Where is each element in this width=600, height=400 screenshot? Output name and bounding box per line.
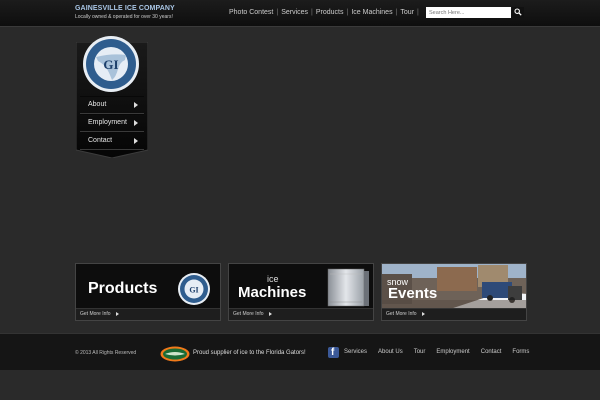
nav-ice-machines[interactable]: Ice Machines bbox=[351, 9, 392, 16]
footer-nav: Services About Us Tour Employment Contact For… bbox=[344, 349, 540, 355]
sidebar-item-label: About bbox=[88, 101, 107, 108]
footer-link-forms[interactable]: Forms bbox=[512, 349, 529, 355]
nav-separator: | bbox=[417, 9, 419, 16]
brand-tagline: Locally owned & operated for over 30 yea… bbox=[75, 14, 173, 20]
search-button[interactable] bbox=[512, 7, 524, 18]
nav-separator: | bbox=[346, 9, 349, 16]
copyright-text: © 2013 All Rights Reserved bbox=[75, 350, 137, 356]
ice-machines-tile[interactable]: ice Machines Get More Info bbox=[228, 263, 374, 321]
footer-link-services[interactable]: Services bbox=[344, 349, 367, 355]
tile-strip: Get More Info bbox=[229, 308, 373, 320]
chevron-right-icon bbox=[115, 311, 119, 316]
gators-logo[interactable] bbox=[160, 346, 190, 362]
nav-separator: | bbox=[311, 9, 313, 16]
brand-title[interactable]: GAINESVILLE ICE COMPANY bbox=[75, 4, 175, 13]
tile-title: Products bbox=[88, 280, 158, 297]
products-tile[interactable]: Products GI Get More Info bbox=[75, 263, 221, 321]
company-logo[interactable]: GI bbox=[82, 35, 140, 93]
logo-text: GI bbox=[103, 57, 118, 72]
chevron-right-icon bbox=[134, 102, 138, 108]
page-bottom bbox=[0, 370, 600, 400]
nav-photo-contest[interactable]: Photo Contest bbox=[229, 9, 273, 16]
tile-title: Events bbox=[388, 285, 438, 302]
top-nav: Photo Contest | Services | Products | Ice Mach… bbox=[229, 8, 422, 18]
sidebar-item-employment[interactable]: Employment bbox=[80, 114, 144, 132]
nav-separator: | bbox=[395, 9, 398, 16]
sidebar-item-contact[interactable]: Contact bbox=[80, 132, 144, 150]
sidebar-item-label: Contact bbox=[88, 137, 113, 144]
logo-text: GI bbox=[189, 286, 198, 295]
chevron-right-icon bbox=[134, 120, 138, 126]
sidebar-item-label: Employment bbox=[88, 119, 127, 126]
footer-link-about-us[interactable]: About Us bbox=[378, 349, 403, 355]
nav-services[interactable]: Services bbox=[281, 9, 308, 16]
supplier-text: Proud supplier of ice to the Florida Gat… bbox=[193, 350, 306, 356]
footer-link-employment[interactable]: Employment bbox=[436, 349, 469, 355]
ice-machine-image bbox=[327, 268, 369, 307]
get-more-info-link[interactable]: Get More Info bbox=[386, 311, 425, 318]
get-more-info-link[interactable]: Get More Info bbox=[233, 311, 272, 318]
search-input[interactable] bbox=[426, 7, 511, 18]
sidebar-menu: About Employment Contact bbox=[80, 96, 144, 150]
chevron-right-icon bbox=[421, 311, 425, 316]
nav-products[interactable]: Products bbox=[316, 9, 344, 16]
brand[interactable]: GAINESVILLE ICE COMPANY Locally owned & … bbox=[75, 4, 175, 22]
tile-title: Machines bbox=[238, 284, 307, 301]
tile-strip: Get More Info bbox=[382, 308, 526, 320]
chevron-right-icon bbox=[134, 138, 138, 144]
footer-link-contact[interactable]: Contact bbox=[481, 349, 502, 355]
tile-strip: Get More Info bbox=[76, 308, 220, 320]
get-more-info-link[interactable]: Get More Info bbox=[80, 311, 119, 318]
tile-small-text: ice bbox=[267, 274, 279, 284]
sidebar-item-about[interactable]: About bbox=[80, 96, 144, 114]
nav-separator: | bbox=[276, 9, 279, 16]
snow-events-tile[interactable]: snow Events Get More Info bbox=[381, 263, 527, 321]
facebook-icon[interactable]: f bbox=[328, 347, 339, 358]
top-bar: GAINESVILLE ICE COMPANY Locally owned & … bbox=[0, 0, 600, 27]
sidebar: GI About Employment Contact bbox=[76, 36, 148, 158]
chevron-right-icon bbox=[268, 311, 272, 316]
search-icon bbox=[514, 8, 522, 16]
nav-tour[interactable]: Tour bbox=[400, 9, 414, 16]
footer-link-tour[interactable]: Tour bbox=[414, 349, 426, 355]
footer: © 2013 All Rights Reserved Proud supplie… bbox=[0, 333, 600, 371]
products-logo-icon: GI bbox=[178, 273, 210, 305]
